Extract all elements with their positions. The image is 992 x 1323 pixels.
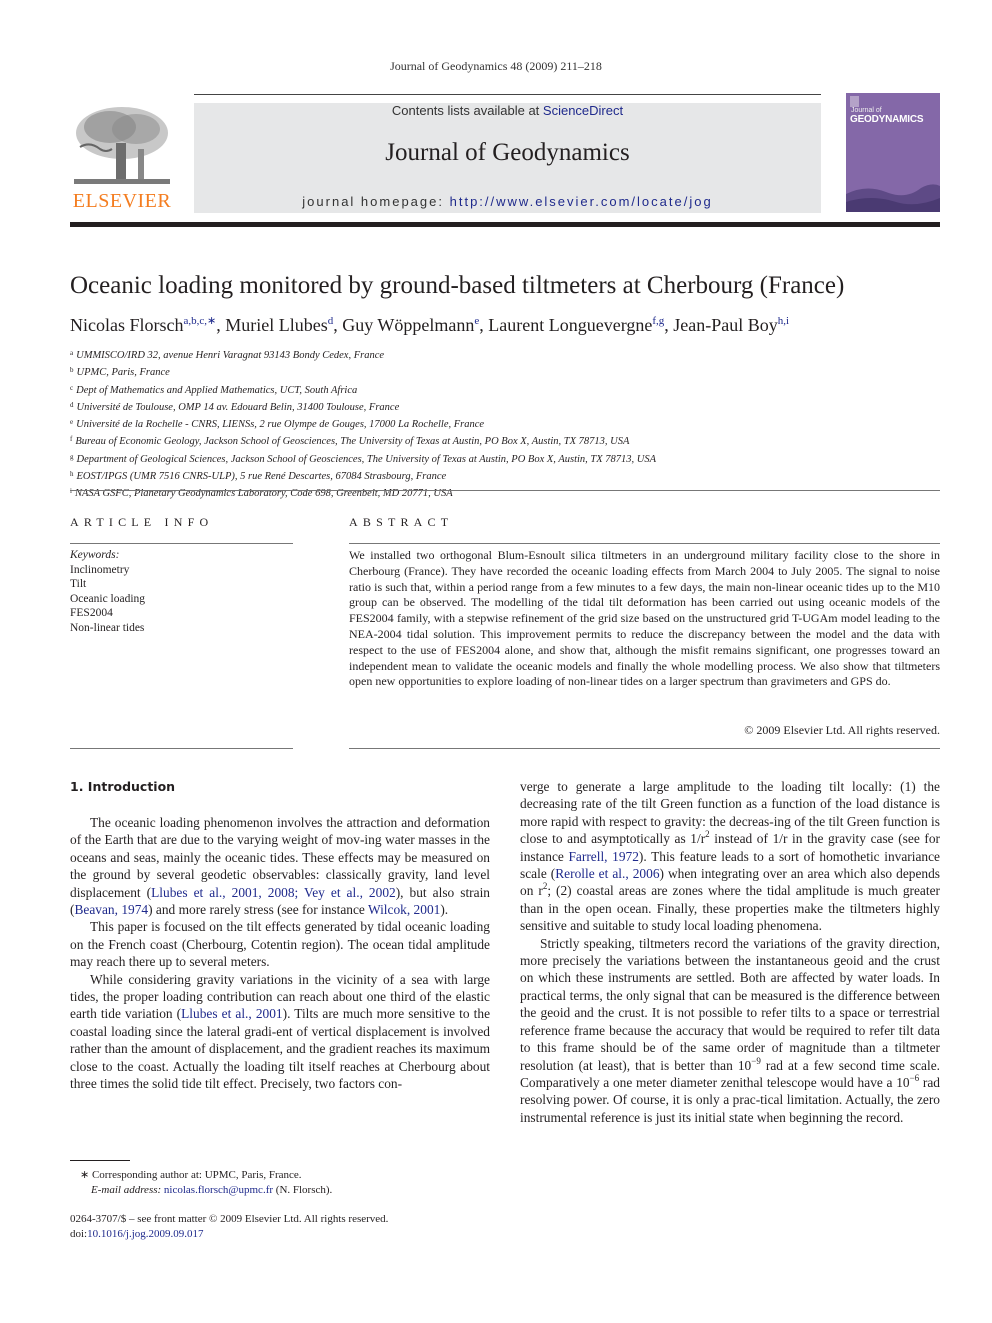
sciencedirect-link[interactable]: ScienceDirect: [543, 103, 623, 118]
journal-masthead: Contents lists available at ScienceDirec…: [194, 103, 821, 213]
affiliation: g Department of Geological Sciences, Jack…: [70, 452, 657, 465]
citation-link[interactable]: Farrell, 1972: [568, 849, 638, 864]
homepage-prefix: journal homepage:: [302, 194, 450, 209]
issn-line: 0264-3707/$ – see front matter © 2009 El…: [70, 1213, 389, 1225]
affiliation: a UMMISCO/IRD 32, avenue Henri Varagnat 9…: [70, 349, 385, 361]
email-line: E-mail address: nicolas.florsch@upmc.fr …: [91, 1183, 333, 1196]
paragraph: The oceanic loading phenomenon involves …: [70, 815, 490, 918]
author: Guy Wöppelmanne,: [342, 315, 489, 335]
citation-link[interactable]: Llubes et al., 2001, 2008; Vey et al., 2…: [151, 885, 396, 900]
homepage-link[interactable]: http://www.elsevier.com/locate/jog: [450, 194, 713, 209]
cover-publisher-mark: [850, 96, 859, 107]
email-link[interactable]: nicolas.florsch@upmc.fr: [164, 1184, 273, 1196]
body-column-right: verge to generate a large amplitude to t…: [520, 778, 940, 1126]
doi-line: doi:10.1016/j.jog.2009.09.017: [70, 1228, 204, 1240]
elsevier-wordmark: ELSEVIER: [72, 190, 172, 212]
contents-line: Contents lists available at ScienceDirec…: [194, 103, 821, 118]
contents-prefix: Contents lists available at: [391, 103, 543, 118]
author-list: Nicolas Florscha,b,c,∗, Muriel Llubesd, …: [70, 314, 789, 336]
citation-link[interactable]: Wilcok, 2001: [368, 902, 440, 917]
abstract-heading: ABSTRACT: [349, 515, 454, 529]
author: Muriel Llubesd,: [225, 315, 343, 335]
corresponding-author-note: ∗ Corresponding author at: UPMC, Paris, …: [80, 1169, 302, 1181]
article-title: Oceanic loading monitored by ground-base…: [70, 272, 845, 299]
article-info-heading: ARTICLE INFO: [70, 515, 214, 529]
author: Nicolas Florscha,b,c,∗,: [70, 315, 226, 335]
front-matter: 0264-3707/$ – see front matter © 2009 El…: [70, 1212, 388, 1242]
keyword: Tilt: [70, 578, 87, 590]
divider: [349, 543, 940, 544]
citation-link[interactable]: Beavan, 1974: [74, 902, 148, 917]
affiliation: i NASA GSFC, Planetary Geodynamics Labora…: [70, 487, 453, 500]
keyword: Non-linear tides: [70, 621, 145, 634]
copyright: © 2009 Elsevier Ltd. All rights reserved…: [744, 723, 940, 737]
paragraph: This paper is focused on the tilt effect…: [70, 919, 490, 970]
body-column-left: The oceanic loading phenomenon involves …: [70, 814, 490, 1093]
keyword: FES2004: [70, 607, 113, 619]
author-affiliation-link[interactable]: f,g: [652, 315, 664, 327]
paragraph: verge to generate a large amplitude to t…: [520, 779, 940, 934]
paragraph: While considering gravity variations in …: [70, 971, 491, 1092]
citation-link[interactable]: Rerolle et al., 2006: [555, 866, 659, 881]
divider: [70, 748, 293, 749]
divider: [70, 490, 940, 491]
header-rule: [194, 94, 821, 95]
journal-cover-thumbnail[interactable]: Journal of GEODYNAMICS: [846, 93, 940, 212]
keyword: Inclinometry: [70, 563, 130, 576]
cover-wave-graphic: [846, 184, 940, 212]
affiliation-list: a UMMISCO/IRD 32, avenue Henri Varagnat 9…: [70, 346, 656, 502]
author-affiliation-link[interactable]: a,b,c,∗: [183, 315, 216, 327]
author-affiliation-link[interactable]: h,i: [778, 315, 789, 327]
citation-link[interactable]: Llubes et al., 2001: [181, 1006, 282, 1021]
affiliation: d Université de Toulouse, OMP 14 av. Edou…: [70, 400, 400, 413]
journal-title: Journal of Geodynamics: [385, 139, 630, 166]
keywords-block: Keywords: Inclinometry Tilt Oceanic load…: [70, 548, 145, 635]
author: Jean-Paul Boyh,i: [673, 315, 790, 335]
doi-link[interactable]: 10.1016/j.jog.2009.09.017: [87, 1228, 203, 1240]
affiliation: e Université de la Rochelle - CNRS, LIENS…: [70, 418, 485, 431]
homepage-line: journal homepage: http://www.elsevier.co…: [194, 194, 821, 209]
footnote: ∗ Corresponding author at: UPMC, Paris, …: [80, 1168, 332, 1197]
elsevier-logo[interactable]: ELSEVIER: [70, 103, 174, 213]
affiliation: f Bureau of Economic Geology, Jackson Sch…: [70, 435, 630, 448]
affiliation: c Dept of Mathematics and Applied Mathema…: [70, 383, 358, 396]
abstract-text: We installed two orthogonal Blum-Esnoult…: [349, 548, 940, 689]
affiliation: b UPMC, Paris, France: [70, 366, 170, 379]
divider: [349, 748, 940, 749]
cover-title: GEODYNAMICS: [850, 114, 924, 125]
footnote-rule: [70, 1160, 130, 1161]
header-thick-rule: [70, 222, 940, 227]
affiliation: h EOST/IPGS (UMR 7516 CNRS-ULP), 5 rue Re…: [70, 470, 447, 483]
divider: [70, 543, 293, 544]
section-heading: 1. Introduction: [70, 779, 176, 794]
paragraph: Strictly speaking, tiltmeters record the…: [520, 935, 940, 1125]
cover-journal-of: Journal of: [851, 107, 882, 114]
tree-icon: [74, 107, 170, 184]
keyword: Oceanic loading: [70, 592, 146, 605]
keywords-label: Keywords:: [70, 549, 120, 561]
author: Laurent Longuevergnef,g,: [488, 315, 674, 335]
journal-reference: Journal of Geodynamics 48 (2009) 211–218: [390, 59, 602, 73]
